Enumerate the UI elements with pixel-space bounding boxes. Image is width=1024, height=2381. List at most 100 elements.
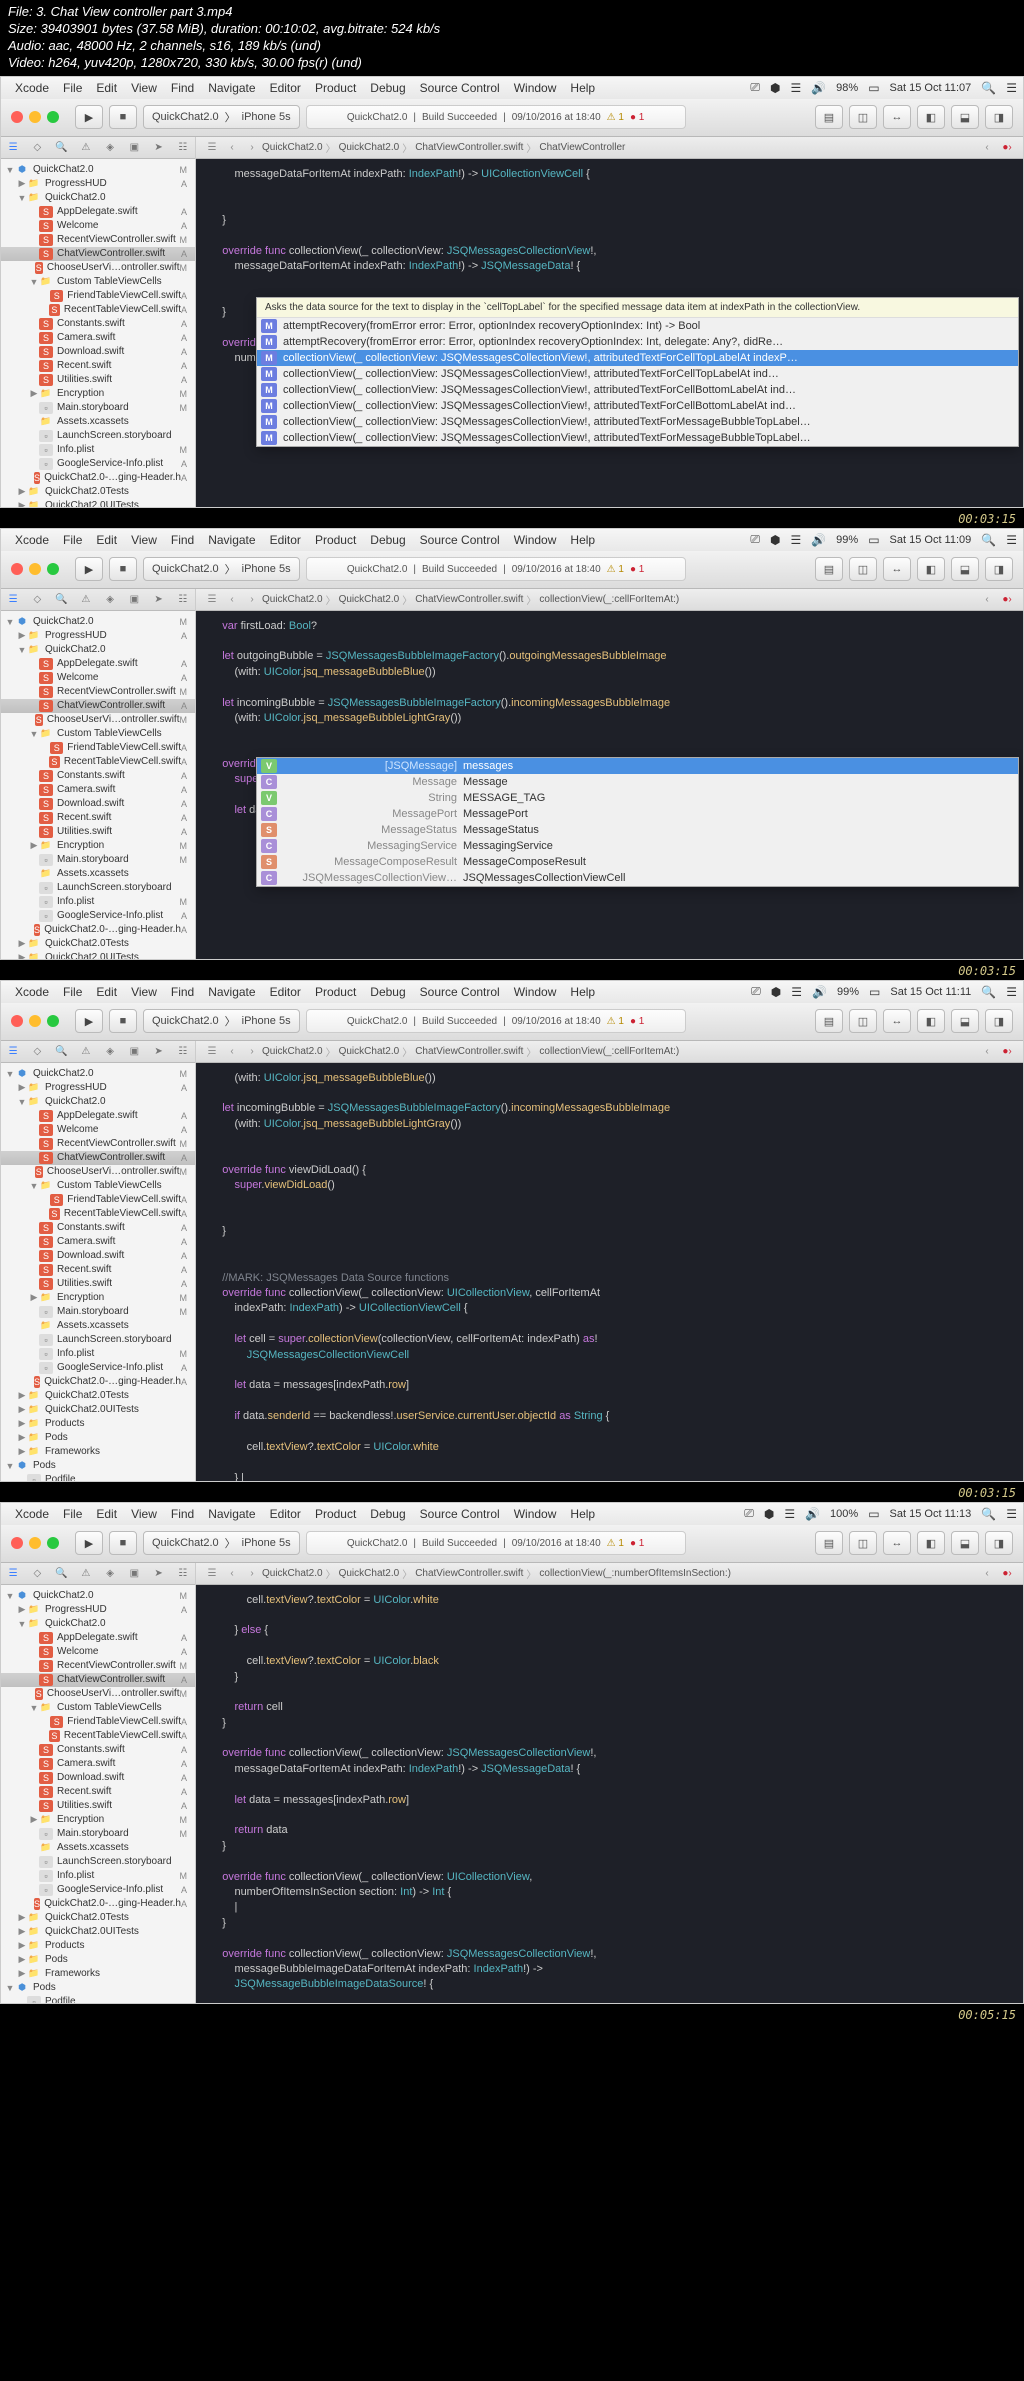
tree-row[interactable]: ▶📁Frameworks [1, 1967, 195, 1981]
autocomplete-row[interactable]: MattemptRecovery(fromError error: Error,… [257, 318, 1018, 334]
tree-row[interactable]: SQuickChat2.0-…ging-Header.hA [1, 471, 195, 485]
menu-debug[interactable]: Debug [370, 81, 405, 95]
tree-row[interactable]: ▶📁EncryptionM [1, 839, 195, 853]
disclosure-icon[interactable]: ▶ [17, 952, 27, 959]
menu-window[interactable]: Window [514, 81, 557, 95]
disclosure-icon[interactable]: ▶ [17, 1912, 27, 1923]
tree-row[interactable]: SWelcomeA [1, 1645, 195, 1659]
tree-row[interactable]: ▶📁QuickChat2.0Tests [1, 937, 195, 951]
tree-row[interactable]: 📁Assets.xcassets [1, 867, 195, 881]
disclosure-icon[interactable]: ▶ [17, 1926, 27, 1937]
tree-row[interactable]: ▫LaunchScreen.storyboard [1, 1855, 195, 1869]
jump-bar[interactable]: ☰ ‹ › QuickChat2.0〉 QuickChat2.0〉 ChatVi… [196, 137, 1023, 159]
tree-row[interactable]: SRecent.swiftA [1, 359, 195, 373]
tree-row[interactable]: ▼⬢QuickChat2.0M [1, 163, 195, 177]
tree-row[interactable]: ▼📁QuickChat2.0 [1, 1617, 195, 1631]
disclosure-icon[interactable]: ▶ [29, 840, 39, 851]
autocomplete-row[interactable]: McollectionView(_ collectionView: JSQMes… [257, 366, 1018, 382]
tree-row[interactable]: ▫Info.plistM [1, 443, 195, 457]
disclosure-icon[interactable]: ▶ [17, 500, 27, 507]
autocomplete-row[interactable]: McollectionView(_ collectionView: JSQMes… [257, 414, 1018, 430]
disclosure-icon[interactable]: ▼ [5, 1461, 15, 1471]
tree-row[interactable]: ▫LaunchScreen.storyboard [1, 881, 195, 895]
tree-row[interactable]: ▫GoogleService-Info.plistA [1, 1361, 195, 1375]
jump-bar[interactable]: ☰‹› QuickChat2.0〉 QuickChat2.0〉 ChatView… [196, 589, 1023, 611]
tree-row[interactable]: ▫LaunchScreen.storyboard [1, 1333, 195, 1347]
tree-row[interactable]: ▫GoogleService-Info.plistA [1, 1883, 195, 1897]
tree-row[interactable]: SRecentTableViewCell.swiftA [1, 303, 195, 317]
autocomplete-popup[interactable]: Asks the data source for the text to dis… [256, 297, 1019, 447]
tree-row[interactable]: SFriendTableViewCell.swiftA [1, 1715, 195, 1729]
tree-row[interactable]: ▶📁EncryptionM [1, 1291, 195, 1305]
battery-icon[interactable]: ▭ [868, 533, 879, 547]
nav-bp-icon[interactable]: ➤ [147, 137, 171, 158]
disclosure-icon[interactable]: ▼ [17, 645, 27, 655]
tree-row[interactable]: 📁Assets.xcassets [1, 1841, 195, 1855]
zoom-icon[interactable] [47, 111, 59, 123]
tree-row[interactable]: SCamera.swiftA [1, 783, 195, 797]
autocomplete-row[interactable]: V[JSQMessage]messages [257, 758, 1018, 774]
disclosure-icon[interactable]: ▼ [17, 193, 27, 203]
stop-button[interactable]: ■ [109, 557, 137, 581]
disclosure-icon[interactable]: ▼ [17, 1097, 27, 1107]
battery-icon[interactable]: ▭ [868, 81, 879, 95]
disclosure-icon[interactable]: ▼ [5, 1983, 15, 1993]
autocomplete-row[interactable]: CJSQMessagesCollectionView…JSQMessagesCo… [257, 870, 1018, 886]
dropbox-icon[interactable]: ⬢ [770, 533, 780, 547]
disclosure-icon[interactable]: ▶ [17, 1390, 27, 1401]
disclosure-icon[interactable]: ▼ [5, 165, 15, 175]
tree-row[interactable]: ▫LaunchScreen.storyboard [1, 429, 195, 443]
tree-row[interactable]: ▫Main.storyboardM [1, 401, 195, 415]
tree-row[interactable]: ▶📁ProgressHUDA [1, 1081, 195, 1095]
minimize-icon[interactable] [29, 111, 41, 123]
tree-row[interactable]: ▼⬢QuickChat2.0M [1, 1589, 195, 1603]
disclosure-icon[interactable]: ▶ [29, 388, 39, 399]
menubar[interactable]: XcodeFileEditViewFindNavigateEditorProdu… [1, 981, 1023, 1003]
tree-row[interactable]: ▼📁Custom TableViewCells [1, 727, 195, 741]
tree-row[interactable]: ▫Info.plistM [1, 1347, 195, 1361]
tree-row[interactable]: SRecentTableViewCell.swiftA [1, 755, 195, 769]
tree-row[interactable]: SUtilities.swiftA [1, 373, 195, 387]
nav-symbol-icon[interactable]: ◇ [25, 137, 49, 158]
disclosure-icon[interactable]: ▶ [17, 1954, 27, 1965]
editor-assistant-button[interactable]: ◫ [849, 105, 877, 129]
tree-row[interactable]: SQuickChat2.0-…ging-Header.hA [1, 1375, 195, 1389]
disclosure-icon[interactable]: ▼ [29, 277, 39, 287]
menu-editor[interactable]: Editor [270, 81, 301, 95]
activity-view[interactable]: QuickChat2.0|Build Succeeded|09/10/2016 … [306, 557, 686, 581]
menu-xcode[interactable]: Xcode [15, 81, 49, 95]
tree-row[interactable]: ▶📁EncryptionM [1, 387, 195, 401]
disclosure-icon[interactable]: ▼ [17, 1619, 27, 1629]
menubar[interactable]: Xcode File Edit View Find Navigate Edito… [1, 77, 1023, 99]
tree-row[interactable]: SUtilities.swiftA [1, 825, 195, 839]
disclosure-icon[interactable]: ▶ [17, 1604, 27, 1615]
disclosure-icon[interactable]: ▶ [17, 630, 27, 641]
tree-row[interactable]: SRecent.swiftA [1, 1263, 195, 1277]
tree-row[interactable]: ▼📁Custom TableViewCells [1, 1179, 195, 1193]
tree-row[interactable]: ▶📁QuickChat2.0UITests [1, 951, 195, 959]
disclosure-icon[interactable]: ▶ [17, 938, 27, 949]
window-controls[interactable] [11, 111, 59, 123]
panel-right-button[interactable]: ◨ [985, 105, 1013, 129]
tree-row[interactable]: SConstants.swiftA [1, 1221, 195, 1235]
navigator[interactable]: ☰ ◇ 🔍 ⚠ ◈ ▣ ➤ ☷ ▼⬢QuickChat2.0M▶📁Progres… [1, 137, 196, 507]
crumb-0[interactable]: QuickChat2.0 [262, 142, 323, 153]
disclosure-icon[interactable]: ▶ [17, 178, 27, 189]
tree-row[interactable]: SQuickChat2.0-…ging-Header.hA [1, 1897, 195, 1911]
prev-issue-icon[interactable]: ‹ [977, 142, 997, 153]
navigator[interactable]: ☰◇🔍⚠◈▣➤☷ ▼⬢QuickChat2.0M▶📁ProgressHUDA▼📁… [1, 1041, 196, 1481]
dropbox-icon[interactable]: ⬢ [770, 81, 780, 95]
nav-project-icon[interactable]: ☰ [1, 137, 25, 158]
tree-row[interactable]: ▼📁QuickChat2.0 [1, 643, 195, 657]
notification-icon[interactable]: ☰ [1006, 81, 1017, 95]
autocomplete-row[interactable]: CMessagingServiceMessagingService [257, 838, 1018, 854]
disclosure-icon[interactable]: ▶ [29, 1814, 39, 1825]
scheme-selector[interactable]: QuickChat2.0〉iPhone 5s [143, 557, 300, 581]
disclosure-icon[interactable]: ▶ [17, 1418, 27, 1429]
wifi-icon[interactable]: ☰ [790, 81, 801, 95]
tree-row[interactable]: ▶📁ProgressHUDA [1, 629, 195, 643]
tree-row[interactable]: SAppDelegate.swiftA [1, 1109, 195, 1123]
tree-row[interactable]: SChatViewController.swiftA [1, 699, 195, 713]
nav-test-icon[interactable]: ◈ [98, 137, 122, 158]
autocomplete-row[interactable]: SMessageComposeResultMessageComposeResul… [257, 854, 1018, 870]
